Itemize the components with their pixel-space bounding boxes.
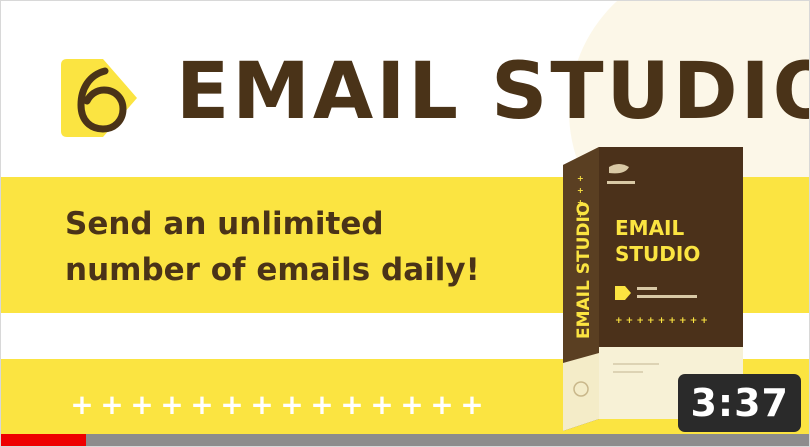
plus-decoration: +	[430, 388, 454, 421]
video-duration-badge: 3:37	[678, 374, 801, 432]
plus-decoration: +	[100, 388, 124, 421]
plus-decoration: +	[70, 388, 94, 421]
plus-decoration: +	[190, 388, 214, 421]
plus-decoration: +	[340, 388, 364, 421]
tagline: Send an unlimited number of emails daily…	[65, 201, 545, 293]
plus-decoration: +	[220, 388, 244, 421]
product-front-title-line-2: STUDIO	[615, 242, 700, 266]
tagline-line-2: number of emails daily!	[65, 252, 480, 288]
video-thumbnail[interactable]: EMAIL STUDIO Send an unlimited number of…	[0, 0, 810, 447]
brand-title: EMAIL STUDIO	[176, 47, 810, 137]
plus-decoration: +	[460, 388, 484, 421]
plus-decoration: +	[130, 388, 154, 421]
svg-text:+: +	[577, 186, 584, 195]
plus-decoration: +	[370, 388, 394, 421]
watch-progress-fill	[1, 434, 87, 446]
tagline-line-1: Send an unlimited	[65, 206, 384, 242]
product-front-title-line-1: EMAIL	[615, 216, 684, 240]
plus-decoration: +	[280, 388, 304, 421]
plus-decoration: +	[250, 388, 274, 421]
plus-decoration: +	[310, 388, 334, 421]
plus-decoration: +	[400, 388, 424, 421]
plus-decoration-row: + + + + + + + + + + + + + +	[69, 391, 485, 419]
watch-progress-bar	[1, 434, 809, 446]
svg-text:+ + + + + + + + +: + + + + + + + + +	[615, 316, 708, 326]
product-spine-text: EMAIL STUDIO	[574, 202, 594, 339]
svg-text:+: +	[577, 174, 584, 183]
plus-decoration: +	[160, 388, 184, 421]
email-studio-logo-icon	[61, 59, 137, 137]
svg-text:+: +	[577, 198, 584, 207]
svg-text:+: +	[577, 210, 584, 219]
